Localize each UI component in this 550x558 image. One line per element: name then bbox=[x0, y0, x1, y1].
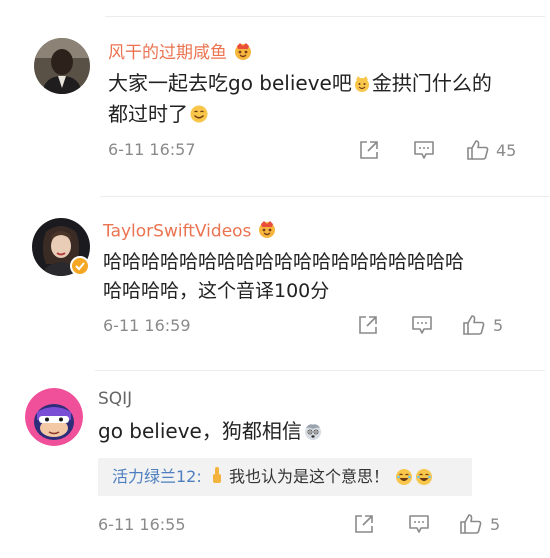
cat-emoji-icon bbox=[353, 70, 371, 102]
timestamp: 6-11 16:57 bbox=[108, 140, 196, 159]
comment-text-line: 大家一起去吃go believe吧 bbox=[108, 71, 352, 95]
username[interactable]: SQIJ bbox=[98, 389, 132, 409]
comment-button[interactable] bbox=[413, 139, 435, 161]
laughing-emoji-icon bbox=[395, 462, 413, 500]
comment-text: 哈哈哈哈哈哈哈哈哈哈哈哈哈哈哈哈哈哈哈 bbox=[103, 246, 464, 278]
reply-username[interactable]: 活力绿兰12: bbox=[112, 467, 202, 486]
reply-text: 我也认为是这个意思！ bbox=[228, 467, 389, 486]
share-icon bbox=[359, 316, 377, 334]
reply-preview[interactable]: 活力绿兰12: 我也认为是这个意思！ bbox=[98, 458, 472, 496]
verified-badge-icon bbox=[70, 256, 90, 276]
comment-text-line: 哈哈哈哈哈哈哈哈哈哈哈哈哈哈哈哈哈哈哈 bbox=[103, 251, 465, 273]
mind-blown-emoji-icon bbox=[303, 418, 323, 450]
divider bbox=[105, 16, 545, 17]
share-button[interactable] bbox=[353, 513, 375, 535]
comment-list: 风干的过期咸鱼 大家一起去吃go believe吧 金拱门什么的 都过时了 6-1… bbox=[0, 0, 550, 558]
crown-cat-emoji-icon bbox=[257, 219, 277, 244]
comment-icon bbox=[412, 316, 432, 334]
like-count: 5 bbox=[490, 514, 501, 534]
comment-button[interactable] bbox=[408, 513, 430, 535]
divider bbox=[95, 370, 545, 371]
username[interactable]: TaylorSwiftVideos bbox=[103, 219, 277, 244]
avatar[interactable] bbox=[34, 38, 90, 94]
share-button[interactable] bbox=[357, 314, 379, 336]
comment-icon bbox=[409, 515, 429, 533]
like-count: 5 bbox=[493, 315, 504, 335]
comment-text-line: 都过时了 bbox=[108, 102, 188, 126]
laughing-emoji-icon bbox=[415, 462, 433, 500]
comment-button[interactable] bbox=[411, 314, 433, 336]
username-text[interactable]: TaylorSwiftVideos bbox=[103, 222, 251, 242]
like-count: 45 bbox=[496, 140, 517, 160]
comment-text: 都过时了 bbox=[108, 98, 210, 133]
timestamp: 6-11 16:59 bbox=[103, 316, 191, 335]
divider bbox=[100, 196, 550, 197]
username[interactable]: 风干的过期咸鱼 bbox=[108, 38, 253, 66]
comment-text: 哈哈哈哈，这个音译100分 bbox=[103, 275, 329, 307]
comment-text: go believe，狗都相信 bbox=[98, 415, 324, 450]
like-icon bbox=[463, 315, 485, 335]
like-icon bbox=[467, 140, 489, 160]
comment-text-line: 哈哈哈哈，这个音译100分 bbox=[103, 280, 330, 302]
share-button[interactable] bbox=[358, 139, 380, 161]
like-button[interactable]: 45 bbox=[466, 138, 516, 162]
comment-text-line: go believe，狗都相信 bbox=[98, 419, 302, 443]
comment-text-line: 金拱门什么的 bbox=[371, 71, 492, 95]
crown-cat-emoji-icon bbox=[233, 41, 253, 66]
comment-text: 大家一起去吃go believe吧 金拱门什么的 bbox=[108, 67, 492, 102]
avatar[interactable] bbox=[25, 388, 83, 446]
share-icon bbox=[360, 141, 378, 159]
share-icon bbox=[355, 515, 373, 533]
comment-icon bbox=[414, 141, 434, 159]
username-text[interactable]: 风干的过期咸鱼 bbox=[108, 43, 227, 63]
thumb-emoji-icon bbox=[211, 460, 223, 498]
username-text[interactable]: SQIJ bbox=[98, 389, 132, 409]
like-icon bbox=[460, 514, 482, 534]
like-button[interactable]: 5 bbox=[462, 313, 503, 337]
timestamp: 6-11 16:55 bbox=[98, 515, 186, 534]
smile-emoji-icon bbox=[189, 101, 209, 133]
like-button[interactable]: 5 bbox=[459, 512, 500, 536]
